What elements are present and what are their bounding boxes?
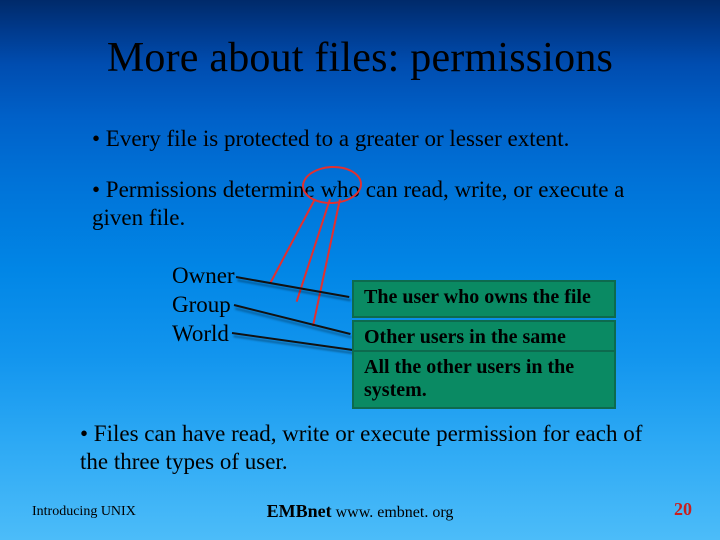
footer-url: www. embnet. org	[336, 504, 454, 521]
who-world-label: World	[172, 320, 235, 349]
bullet-1: • Every file is protected to a greater o…	[92, 125, 652, 153]
slide: More about files: permissions • Every fi…	[0, 0, 720, 540]
callout-world: All the other users in the system.	[352, 350, 616, 409]
connector-line	[236, 276, 350, 298]
page-number: 20	[674, 499, 692, 520]
footer-center: EMBnet www. embnet. org	[0, 501, 720, 522]
who-group-label: Group	[172, 291, 235, 320]
callout-owner: The user who owns the file	[352, 280, 616, 318]
slide-title: More about files: permissions	[0, 34, 720, 82]
who-owner-label: Owner	[172, 262, 235, 291]
bullet-3: • Files can have read, write or execute …	[80, 420, 660, 476]
bullet-2: • Permissions determine who can read, wr…	[92, 176, 652, 232]
footer-brand: EMBnet	[267, 501, 332, 521]
who-list: Owner Group World	[172, 262, 235, 348]
connector-line	[232, 332, 353, 351]
connector-line	[234, 304, 351, 335]
